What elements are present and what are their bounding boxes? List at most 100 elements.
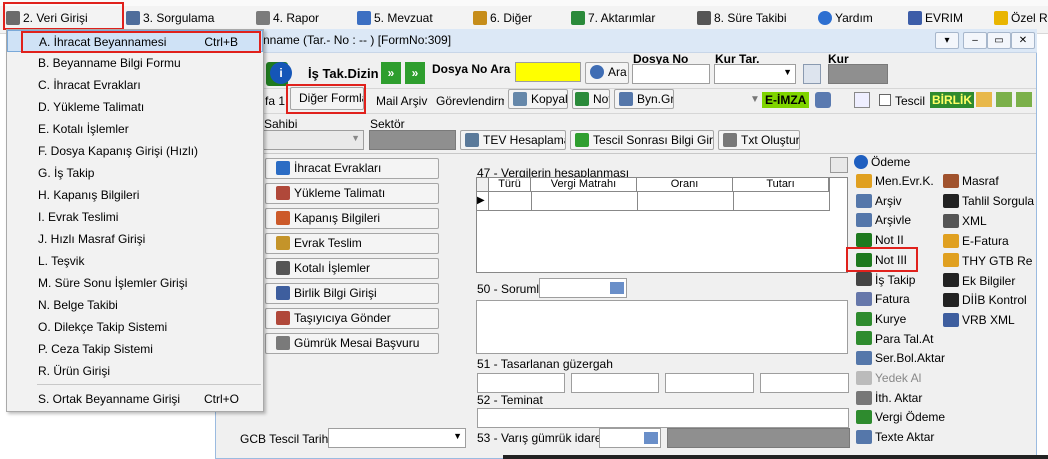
- dropdown-item[interactable]: M. Süre Sonu İşlemler Girişi: [7, 272, 263, 294]
- mail-arsiv-tab[interactable]: Mail Arşiv: [376, 94, 427, 108]
- dropdown-item[interactable]: B. Beyanname Bilgi Formu: [7, 52, 263, 74]
- minimize-button[interactable]: –: [963, 32, 987, 49]
- dropdown-window-button[interactable]: ▾: [935, 32, 959, 49]
- fa1-tab[interactable]: fa 1: [265, 94, 285, 108]
- kopyala-button[interactable]: Kopyala: [508, 89, 568, 109]
- side-item[interactable]: Kurye: [856, 310, 906, 328]
- guzergah-4[interactable]: [760, 373, 849, 393]
- side-item[interactable]: Para Tal.At: [856, 330, 933, 348]
- side-item[interactable]: Yedek Al: [856, 369, 921, 387]
- e-imza-badge[interactable]: E-İMZA: [762, 92, 810, 108]
- dropdown-item[interactable]: O. Dilekçe Takip Sistemi: [7, 316, 263, 338]
- dropdown-item[interactable]: N. Belge Takibi: [7, 294, 263, 316]
- upload-icon[interactable]: [996, 92, 1012, 107]
- txt-olustur-button[interactable]: Txt Oluştur: [718, 130, 800, 150]
- side-item[interactable]: İş Takip: [856, 271, 915, 289]
- left-button[interactable]: Yükleme Talimatı: [265, 183, 439, 204]
- side-item[interactable]: VRB XML: [943, 311, 1015, 329]
- left-button[interactable]: Taşıyıcıya Gönder: [265, 308, 439, 329]
- menu-evrim[interactable]: EVRIM: [908, 8, 963, 28]
- calendar-icon[interactable]: [803, 64, 821, 84]
- vergi-grid[interactable]: Türü Vergi Matrahı Oranı Tutarı ▶: [476, 177, 848, 273]
- menu-sorgulama[interactable]: 3. Sorgulama: [126, 8, 214, 28]
- sorumlu-memo[interactable]: [476, 300, 848, 354]
- next2-icon[interactable]: »: [405, 62, 425, 84]
- guzergah-3[interactable]: [665, 373, 754, 393]
- chevron-down-icon[interactable]: ▼: [750, 94, 760, 105]
- next-icon[interactable]: »: [381, 62, 401, 84]
- side-item[interactable]: Texte Aktar: [856, 428, 934, 446]
- dropdown-item[interactable]: D. Yükleme Talimatı: [7, 96, 263, 118]
- menu-sure-takibi[interactable]: 8. Süre Takibi: [697, 8, 787, 28]
- dropdown-item[interactable]: G. İş Takip: [7, 162, 263, 184]
- lookup-icon[interactable]: [644, 432, 658, 444]
- lookup-icon[interactable]: [610, 282, 624, 294]
- side-item[interactable]: Men.Evr.K.: [856, 172, 934, 190]
- left-button[interactable]: Birlik Bilgi Girişi: [265, 283, 439, 304]
- side-item[interactable]: THY GTB Re: [943, 252, 1032, 270]
- side-item[interactable]: Fatura: [856, 290, 910, 308]
- side-item[interactable]: Tahlil Sorgula: [943, 192, 1034, 210]
- left-button[interactable]: Gümrük Mesai Başvuru: [265, 333, 439, 354]
- dropdown-item[interactable]: P. Ceza Takip Sistemi: [7, 338, 263, 360]
- dropdown-item[interactable]: I. Evrak Teslimi: [7, 206, 263, 228]
- side-item[interactable]: Ser.Bol.Aktar: [856, 349, 945, 367]
- tescil-checkbox[interactable]: [879, 94, 891, 106]
- side-item[interactable]: Ek Bilgiler: [943, 272, 1015, 290]
- side-item[interactable]: Arşiv: [856, 192, 902, 210]
- dropdown-item[interactable]: H. Kapanış Bilgileri: [7, 184, 263, 206]
- close-button[interactable]: ✕: [1011, 32, 1035, 49]
- not-button[interactable]: Not: [572, 89, 610, 109]
- open-folder-icon[interactable]: [976, 92, 992, 107]
- tev-hesaplama-button[interactable]: TEV Hesaplama: [460, 130, 566, 150]
- dropdown-item[interactable]: C. İhracat Evrakları: [7, 74, 263, 96]
- menu-yardim[interactable]: Yardım: [818, 8, 873, 28]
- guzergah-2[interactable]: [571, 373, 659, 393]
- info-icon[interactable]: i: [270, 62, 292, 84]
- search-doc-icon[interactable]: [854, 92, 870, 108]
- guzergah-1[interactable]: [477, 373, 565, 393]
- maximize-button[interactable]: ▭: [987, 32, 1011, 49]
- birlik-badge[interactable]: BİRLİK: [930, 92, 974, 108]
- device-icon[interactable]: [815, 92, 831, 108]
- download-icon[interactable]: [1016, 92, 1032, 107]
- menu-rapor[interactable]: 4. Rapor: [256, 8, 319, 28]
- left-button[interactable]: Kapanış Bilgileri: [265, 208, 439, 229]
- byn-grn-button[interactable]: Byn.Grn.: [614, 89, 674, 109]
- sorumlu-input[interactable]: [539, 278, 627, 298]
- side-item-label: Masraf: [962, 174, 999, 188]
- dosya-no-input[interactable]: [632, 64, 710, 84]
- left-button[interactable]: İhracat Evrakları: [265, 158, 439, 179]
- side-item[interactable]: Arşivle: [856, 211, 911, 229]
- odeme-item[interactable]: Ödeme: [854, 153, 910, 171]
- dosya-no-ara-input[interactable]: [515, 62, 581, 82]
- dropdown-item[interactable]: E. Kotalı İşlemler: [7, 118, 263, 140]
- menu-aktarimlar[interactable]: 7. Aktarımlar: [571, 8, 655, 28]
- kur-tar-select[interactable]: ▼: [714, 64, 796, 84]
- teminat-input[interactable]: [477, 408, 849, 428]
- side-item[interactable]: E-Fatura: [943, 232, 1009, 250]
- dropdown-item[interactable]: F. Dosya Kapanış Girişi (Hızlı): [7, 140, 263, 162]
- side-item[interactable]: İth. Aktar: [856, 389, 922, 407]
- side-item[interactable]: Masraf: [943, 172, 999, 190]
- left-button[interactable]: Evrak Teslim: [265, 233, 439, 254]
- gorevlendirme-tab[interactable]: Görevlendirme: [436, 94, 504, 108]
- dropdown-item[interactable]: S. Ortak Beyanname Girişi Ctrl+O: [7, 388, 263, 410]
- dropdown-item[interactable]: J. Hızlı Masraf Girişi: [7, 228, 263, 250]
- side-item[interactable]: XML: [943, 212, 987, 230]
- side-item[interactable]: Vergi Ödeme: [856, 408, 945, 426]
- menu-mevzuat[interactable]: 5. Mevzuat: [357, 8, 433, 28]
- ara-button[interactable]: Ara: [585, 62, 629, 84]
- calculator-icon[interactable]: [830, 157, 848, 173]
- tescil-sonrasi-button[interactable]: Tescil Sonrası Bilgi Girişi: [570, 130, 714, 150]
- menu-ozel[interactable]: Özel Ra: [994, 8, 1048, 28]
- left-button[interactable]: Kotalı İşlemler: [265, 258, 439, 279]
- is-tak-dizin-label[interactable]: İş Tak.Dizin: [308, 66, 379, 81]
- dropdown-item[interactable]: L. Teşvik: [7, 250, 263, 272]
- sahibi-select[interactable]: ▼: [262, 130, 364, 150]
- menu-diger[interactable]: 6. Diğer: [473, 8, 532, 28]
- varis-input[interactable]: [599, 428, 661, 448]
- gcb-tescil-select[interactable]: ▼: [328, 428, 466, 448]
- dropdown-item[interactable]: R. Ürün Girişi: [7, 360, 263, 382]
- side-item[interactable]: DİİB Kontrol: [943, 291, 1027, 309]
